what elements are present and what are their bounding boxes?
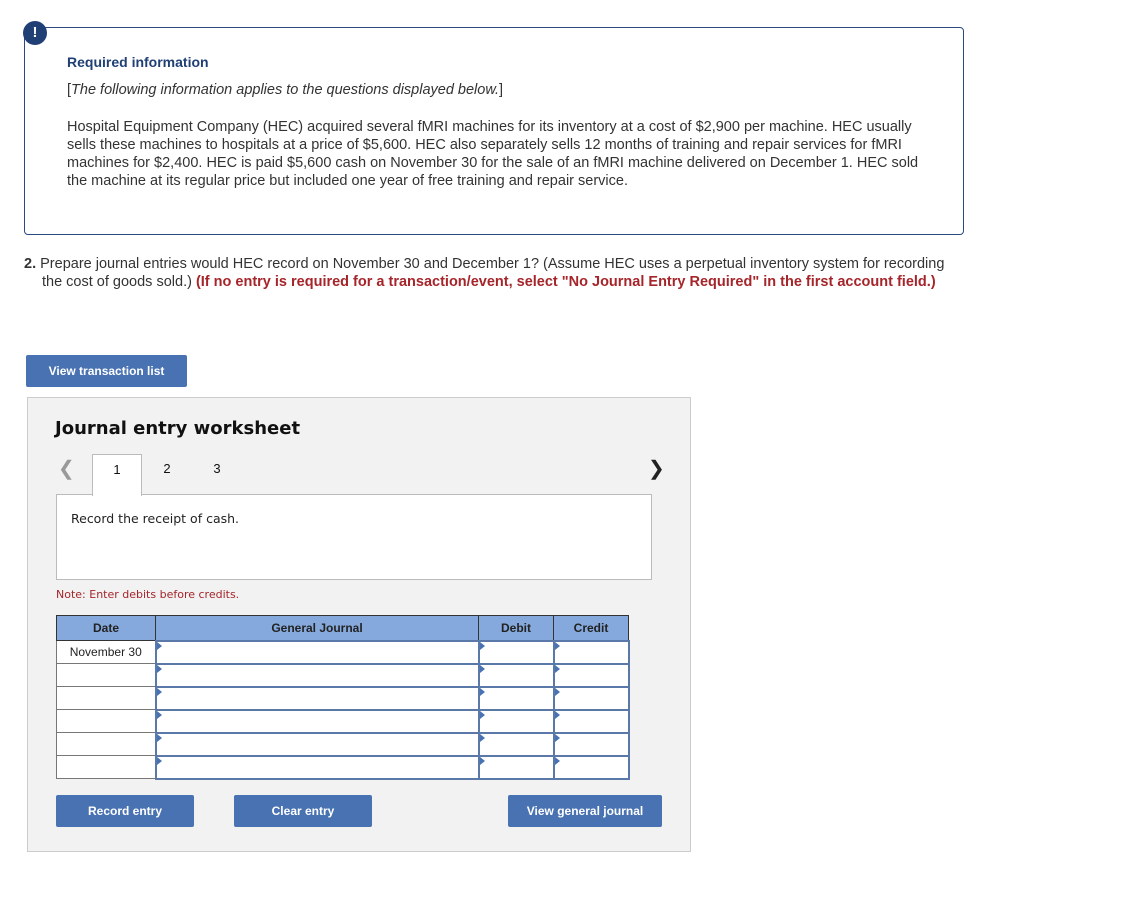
question: 2. Prepare journal entries would HEC rec…	[24, 255, 954, 291]
info-body: Hospital Equipment Company (HEC) acquire…	[67, 119, 919, 189]
debit-field[interactable]	[477, 731, 555, 757]
worksheet-title: Journal entry worksheet	[55, 418, 301, 439]
header-general-journal: General Journal	[155, 615, 479, 641]
credit-field[interactable]	[552, 639, 630, 665]
chevron-right-icon[interactable]: ❯	[648, 456, 665, 481]
credit-field[interactable]	[552, 662, 630, 688]
account-field[interactable]	[154, 731, 480, 757]
header-date: Date	[56, 615, 156, 641]
debit-field[interactable]	[477, 685, 555, 711]
credit-field[interactable]	[552, 708, 630, 734]
header-debit: Debit	[478, 615, 554, 641]
question-number: 2.	[24, 256, 37, 272]
record-entry-button[interactable]: Record entry	[56, 795, 194, 827]
table-row	[56, 685, 630, 711]
date-cell: November 30	[56, 640, 156, 664]
credit-field[interactable]	[552, 685, 630, 711]
table-row	[56, 754, 630, 780]
date-cell	[56, 732, 156, 756]
transaction-description-box: Record the receipt of cash.	[56, 494, 652, 580]
tab-2[interactable]: 2	[142, 454, 192, 496]
required-information-box: Required information [The following info…	[24, 27, 964, 235]
debit-field[interactable]	[477, 662, 555, 688]
journal-entry-worksheet: Journal entry worksheet ❮ 1 2 3 ❯ Record…	[27, 397, 691, 852]
view-general-journal-button[interactable]: View general journal	[508, 795, 662, 827]
debit-field[interactable]	[477, 708, 555, 734]
date-cell	[56, 709, 156, 733]
tab-3[interactable]: 3	[192, 454, 242, 496]
journal-table: Date General Journal Debit Credit Novemb…	[56, 615, 630, 780]
date-cell	[56, 686, 156, 710]
debit-field[interactable]	[477, 754, 555, 780]
table-row	[56, 731, 630, 757]
table-row: November 30	[56, 639, 630, 665]
tab-1[interactable]: 1	[92, 454, 142, 496]
account-field[interactable]	[154, 685, 480, 711]
credit-field[interactable]	[552, 754, 630, 780]
table-row	[56, 708, 630, 734]
account-field[interactable]	[154, 754, 480, 780]
clear-entry-button[interactable]: Clear entry	[234, 795, 372, 827]
view-transaction-list-button[interactable]: View transaction list	[26, 355, 187, 387]
chevron-left-icon[interactable]: ❮	[58, 456, 75, 481]
account-field[interactable]	[154, 639, 480, 665]
debit-field[interactable]	[477, 639, 555, 665]
date-cell	[56, 755, 156, 779]
account-field[interactable]	[154, 708, 480, 734]
account-field[interactable]	[154, 662, 480, 688]
transaction-description: Record the receipt of cash.	[71, 511, 240, 526]
question-instruction: (If no entry is required for a transacti…	[195, 274, 936, 290]
info-title: Required information	[67, 54, 209, 70]
info-subtitle: [The following information applies to th…	[67, 82, 504, 98]
note-text: Note: Enter debits before credits.	[56, 588, 240, 601]
credit-field[interactable]	[552, 731, 630, 757]
header-credit: Credit	[553, 615, 629, 641]
date-cell	[56, 663, 156, 687]
exclamation-icon: !	[23, 21, 47, 45]
table-row	[56, 662, 630, 688]
